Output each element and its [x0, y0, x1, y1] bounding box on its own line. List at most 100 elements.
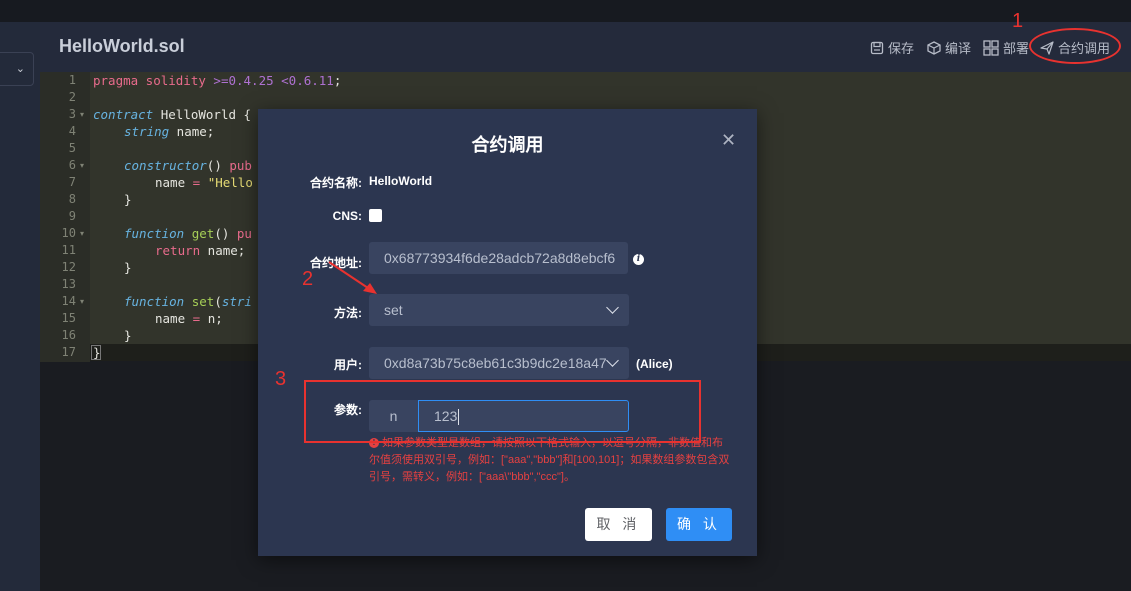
line-number: 14	[61, 294, 76, 308]
save-icon	[870, 41, 884, 54]
file-title: HelloWorld.sol	[59, 36, 185, 56]
code-line: contract HelloWorld {	[93, 106, 251, 123]
user-select-value: 0xd8a73b75c8eb61c3b9dc2e18a47	[384, 355, 607, 371]
code-token: name	[155, 311, 193, 326]
compile-button[interactable]: 编译	[927, 38, 971, 57]
code-token: ()	[214, 226, 237, 241]
line-number: 6	[68, 158, 76, 172]
code-token: pragma solidity	[93, 73, 206, 88]
contract-name-label: 合约名称:	[310, 176, 362, 190]
code-token: ()	[206, 158, 230, 173]
code-line: }	[124, 191, 132, 208]
fold-icon[interactable]: ▾	[80, 106, 84, 123]
code-token: constructor	[124, 158, 207, 173]
user-alias: (Alice)	[636, 357, 673, 371]
line-number: 15	[61, 311, 76, 325]
user-select[interactable]: 0xd8a73b75c8eb61c3b9dc2e18a47	[369, 347, 629, 379]
code-token: string	[124, 124, 170, 139]
fold-icon[interactable]: ▾	[80, 157, 84, 174]
code-line: function set(stri	[124, 293, 252, 310]
annotation-step-2: 2	[302, 268, 314, 290]
annotation-step-1: 1	[1012, 10, 1024, 32]
line-number: 13	[61, 277, 76, 291]
close-icon[interactable]: ✕	[721, 131, 736, 149]
compile-label: 编译	[945, 41, 972, 56]
code-line: name = n;	[155, 310, 223, 327]
code-token: function	[124, 294, 185, 309]
code-token: }	[93, 345, 101, 360]
code-token: pu	[236, 226, 252, 241]
code-token: name;	[200, 243, 246, 258]
code-token: >=0.4.25 <0.6.11	[213, 73, 334, 88]
code-token: return	[155, 243, 201, 258]
code-token: HelloWorld {	[153, 107, 252, 122]
save-button[interactable]: 保存	[870, 38, 914, 57]
contract-address-input[interactable]: 0x68773934f6de28adcb72a8d8ebcf6	[369, 242, 628, 274]
annotation-arrow	[328, 261, 377, 294]
code-line: }	[93, 344, 101, 361]
line-number: 3	[68, 107, 76, 121]
code-token: stri	[221, 294, 252, 309]
code-line: string name;	[124, 123, 214, 140]
line-number: 9	[68, 209, 76, 223]
code-line: name = "Hello	[155, 174, 253, 191]
code-line: function get() pu	[124, 225, 252, 242]
line-number: 16	[61, 328, 76, 342]
fold-icon[interactable]: ▾	[80, 293, 84, 310]
line-gutter: 1 2 3 ▾ 4 5 6 ▾ 7 8 9 10 ▾ 11 12 13 14 ▾…	[40, 72, 90, 362]
dialog-title: 合约调用	[471, 135, 544, 155]
annotation-step-3: 3	[275, 368, 287, 390]
editor-header: HelloWorld.sol 保存 编译 部署 合约调用	[40, 22, 1131, 72]
info-icon[interactable]: i	[633, 254, 644, 265]
line-number: 17	[61, 345, 76, 359]
method-select-value: set	[384, 302, 403, 318]
code-token: }	[124, 260, 132, 275]
annotation-ellipse	[1029, 28, 1121, 64]
cube-icon	[927, 40, 941, 55]
deploy-button[interactable]: 部署	[983, 38, 1029, 57]
code-line: return name;	[155, 242, 245, 259]
code-token: pub	[229, 158, 252, 173]
code-token: name;	[169, 124, 215, 139]
line-number: 12	[61, 260, 76, 274]
left-panel: ⌄	[0, 22, 40, 591]
code-token: "Hello	[200, 175, 253, 190]
code-token: function	[124, 226, 185, 241]
code-token: }	[124, 328, 132, 343]
line-number: 11	[61, 243, 76, 257]
fold-icon[interactable]: ▾	[80, 225, 84, 242]
user-label: 用户:	[334, 358, 362, 372]
code-token: n;	[200, 311, 223, 326]
method-label: 方法:	[334, 306, 362, 320]
code-line: pragma solidity >=0.4.25 <0.6.11;	[93, 72, 341, 89]
line-number: 2	[68, 90, 76, 104]
cns-checkbox[interactable]	[369, 209, 382, 222]
code-line: }	[124, 327, 132, 344]
cancel-button[interactable]: 取 消	[585, 508, 652, 541]
code-token: set	[184, 294, 215, 309]
method-select[interactable]: set	[369, 294, 629, 326]
code-line: }	[124, 259, 132, 276]
code-token: contract	[93, 107, 154, 122]
annotation-highlight-box	[304, 380, 701, 443]
param-hint-text: 如果参数类型是数组，请按照以下格式输入，以逗号分隔，非数值和布尔值须使用双引号，…	[369, 437, 730, 483]
chevron-down-icon	[606, 301, 619, 314]
line-number: 7	[68, 175, 76, 189]
window-top-strip	[0, 0, 1131, 22]
code-token: get	[184, 226, 215, 241]
code-token: name	[155, 175, 193, 190]
grid-icon	[983, 39, 999, 56]
line-number: 1	[68, 73, 76, 87]
chevron-down-icon: ⌄	[15, 63, 25, 75]
contract-name-value: HelloWorld	[369, 174, 433, 188]
deploy-label: 部署	[1003, 41, 1030, 56]
code-token: }	[124, 192, 132, 207]
line-number: 10	[61, 226, 76, 240]
line-number: 5	[68, 141, 76, 155]
confirm-button[interactable]: 确 认	[666, 508, 732, 541]
left-panel-dropdown[interactable]: ⌄	[0, 52, 34, 86]
cns-label: CNS:	[332, 209, 362, 223]
chevron-down-icon	[606, 354, 619, 367]
code-line: constructor() pub	[124, 157, 252, 174]
code-token: ;	[333, 73, 342, 88]
